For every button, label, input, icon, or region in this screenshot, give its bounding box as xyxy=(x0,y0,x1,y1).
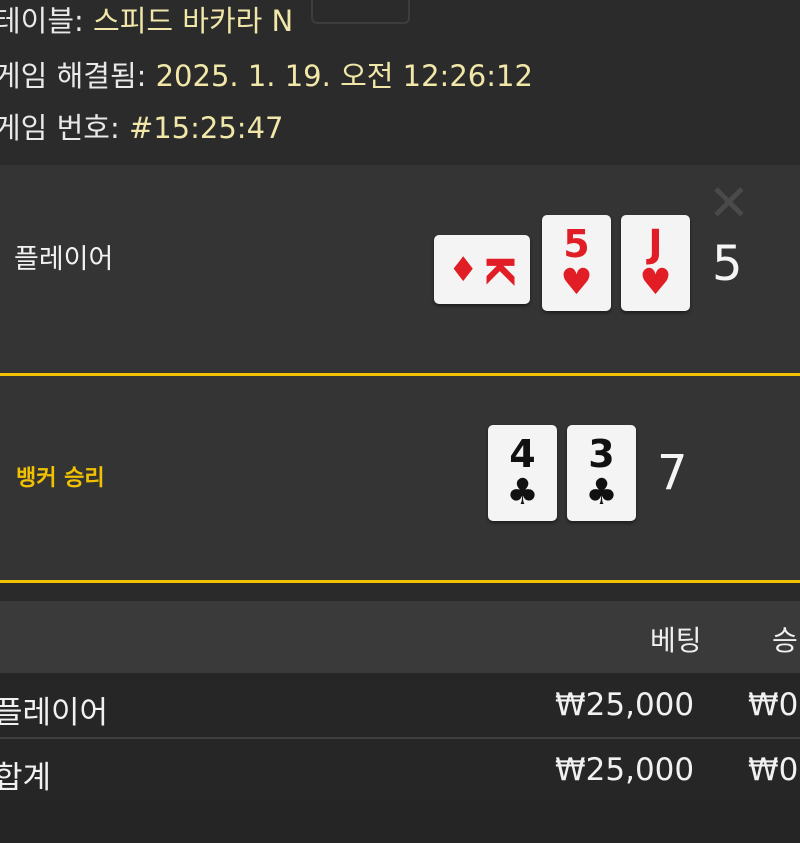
row-bet: ₩25,000 xyxy=(555,687,695,723)
resolved-label: 게임 해결됨: xyxy=(0,59,156,93)
table-row: 합계 ₩25,000 ₩0 xyxy=(0,739,800,800)
diamond-icon: ♦ xyxy=(448,249,479,290)
card-rank: J xyxy=(648,222,663,266)
bottom-area xyxy=(0,800,800,843)
table-label: 테이블: xyxy=(0,4,94,38)
card-rank: K xyxy=(479,254,524,285)
club-icon: ♣ xyxy=(585,472,618,513)
row-win: ₩0 xyxy=(748,687,799,723)
club-icon: ♣ xyxy=(506,472,539,513)
divider-line xyxy=(0,580,800,583)
column-win-header: 승 xyxy=(772,624,798,657)
banker-card-2: 3 ♣ xyxy=(567,425,636,521)
row-name: 플레이어 xyxy=(0,695,109,731)
table-value: 스피드 바카라 N xyxy=(93,4,294,38)
table-line: 테이블: 스피드 바카라 N xyxy=(0,0,293,40)
game-number-line: 게임 번호: #15:25:47 xyxy=(0,105,283,147)
resolved-value: 2025. 1. 19. 오전 12:26:12 xyxy=(155,59,533,93)
player-card-1: ♦ K xyxy=(434,235,530,304)
player-score: 5 xyxy=(712,236,743,292)
player-card-3: J ♥ xyxy=(621,215,690,311)
banker-score: 7 xyxy=(657,445,688,501)
card-rank: 3 xyxy=(588,432,615,476)
card-rank: 5 xyxy=(563,222,590,266)
banker-card-1: 4 ♣ xyxy=(488,425,557,521)
heart-icon: ♥ xyxy=(639,262,672,303)
row-bet: ₩25,000 xyxy=(555,752,695,788)
player-card-2: 5 ♥ xyxy=(542,215,611,311)
table-row: 플레이어 ₩25,000 ₩0 xyxy=(0,673,800,737)
game-number-value: #15:25:47 xyxy=(128,111,284,145)
game-number-label: 게임 번호: xyxy=(0,111,129,145)
round-info-header: 테이블: 스피드 바카라 N 게임 해결됨: 2025. 1. 19. 오전 1… xyxy=(0,0,800,165)
column-bet-header: 베팅 xyxy=(650,624,702,657)
background-banker-button xyxy=(311,0,410,24)
card-rank: 4 xyxy=(509,432,536,476)
row-name: 합계 xyxy=(0,760,52,796)
bet-table-header: 베팅 승 xyxy=(0,601,800,673)
close-icon[interactable]: ✕ xyxy=(708,178,758,228)
row-win: ₩0 xyxy=(748,752,799,788)
banker-win-label: 뱅커 승리 xyxy=(16,466,105,491)
heart-icon: ♥ xyxy=(560,262,593,303)
resolved-line: 게임 해결됨: 2025. 1. 19. 오전 12:26:12 xyxy=(0,53,533,95)
player-label: 플레이어 xyxy=(14,244,114,275)
